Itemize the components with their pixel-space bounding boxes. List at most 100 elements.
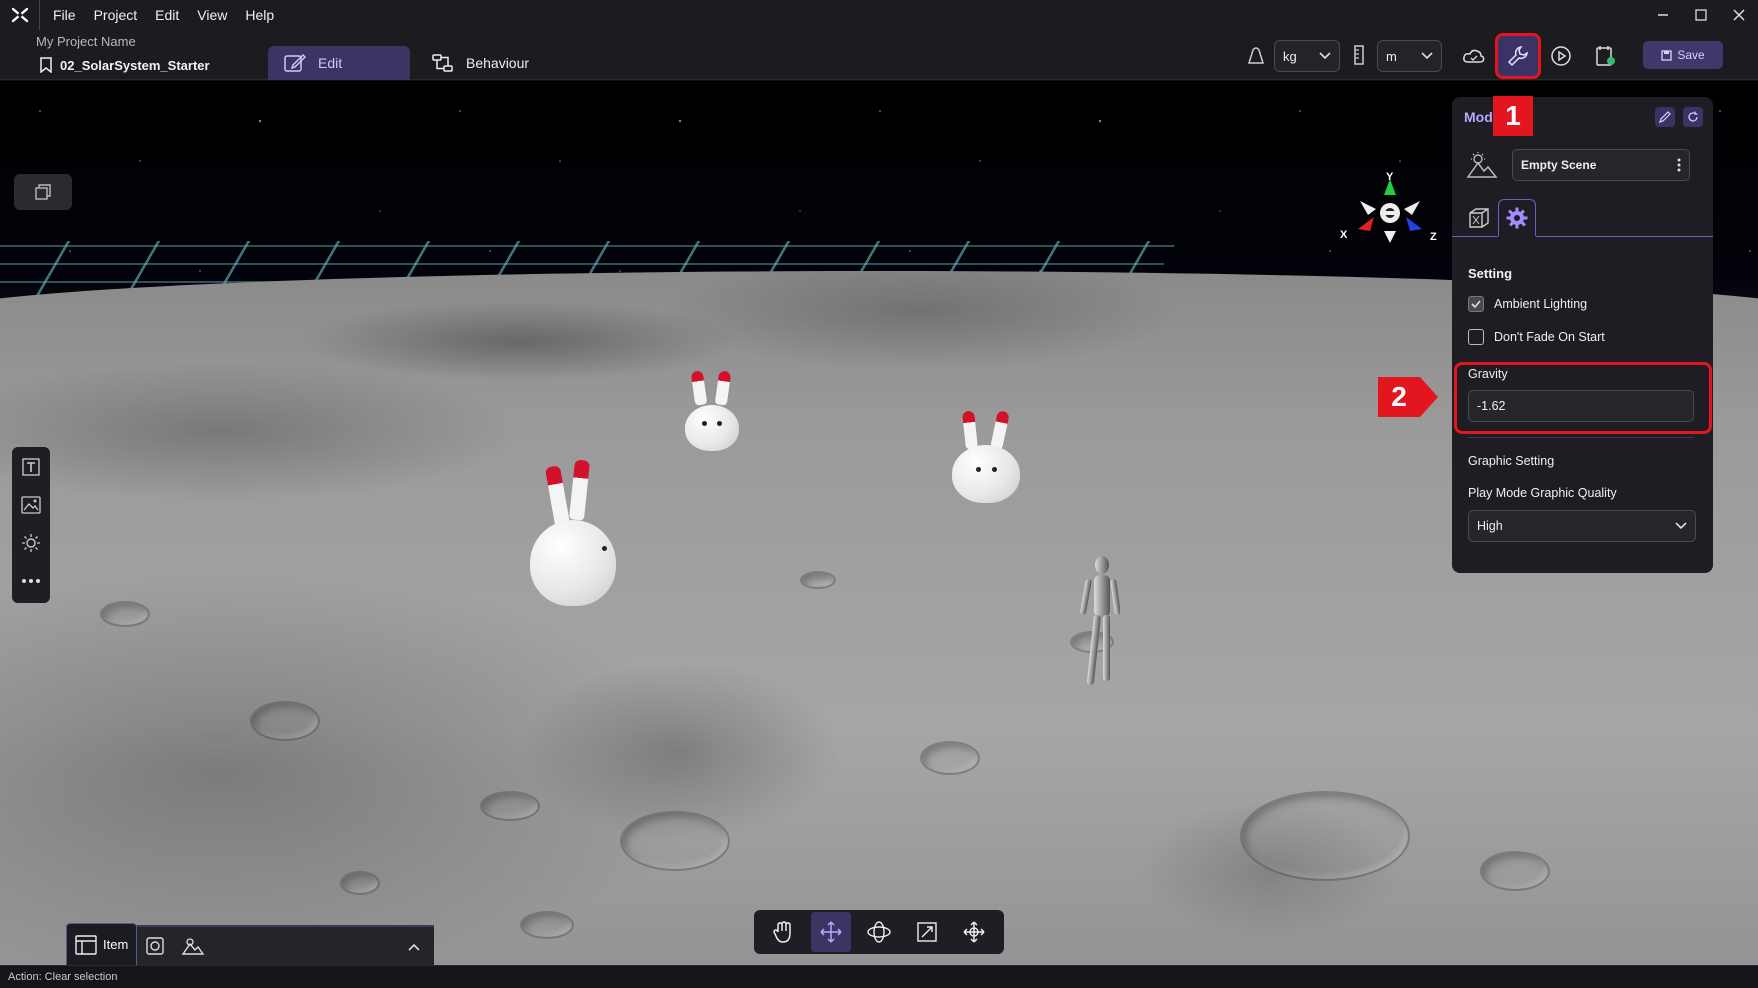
wrench-icon (1507, 46, 1528, 67)
minimize-icon[interactable] (1644, 0, 1682, 30)
behaviour-icon (432, 54, 453, 72)
hand-pan-tool[interactable] (764, 912, 804, 952)
edit-icon (284, 53, 306, 72)
menu-help[interactable]: Help (236, 0, 283, 30)
menu-project[interactable]: Project (85, 0, 147, 30)
chevron-down-icon (1319, 52, 1331, 60)
item-list-icon (75, 934, 97, 955)
gravity-highlight-box (1454, 362, 1712, 434)
ambient-lighting-checkbox[interactable] (1468, 296, 1484, 312)
graphic-quality-select[interactable]: High (1468, 510, 1696, 542)
graphic-quality-value: High (1477, 519, 1503, 533)
annotation-badge-1: 1 (1493, 96, 1533, 136)
tab-behaviour[interactable]: Behaviour (416, 46, 545, 80)
light-tool-icon[interactable] (19, 531, 43, 555)
kebab-menu-icon (1677, 158, 1681, 172)
tab-edit-label: Edit (318, 55, 343, 71)
panel-title: Mod (1464, 109, 1493, 125)
length-unit-select[interactable]: m (1377, 40, 1442, 72)
gear-icon (1506, 207, 1528, 228)
project-name: My Project Name (36, 34, 136, 49)
rotate-tool[interactable] (859, 912, 899, 952)
status-bar: Action: Clear selection (0, 965, 1758, 988)
scene-row: Empty Scene (1466, 149, 1700, 181)
asset-box-icon (146, 937, 164, 955)
dont-fade-row[interactable]: Don't Fade On Start (1468, 329, 1605, 345)
publish-icon (1596, 46, 1615, 66)
rotate-icon (867, 921, 891, 943)
scene-select-value: Empty Scene (1521, 158, 1597, 172)
text-tool-icon[interactable] (19, 455, 43, 479)
graphic-setting-title: Graphic Setting (1468, 454, 1555, 468)
top-toolbar: My Project Name 02_SolarSystem_Starter E… (0, 30, 1758, 80)
scene-select[interactable]: Empty Scene (1512, 149, 1690, 181)
bunny-object[interactable] (685, 370, 739, 451)
left-tool-strip (12, 447, 50, 603)
tab-assets[interactable] (137, 926, 173, 966)
tab-settings[interactable] (1498, 199, 1536, 237)
ambient-lighting-label: Ambient Lighting (1494, 297, 1588, 311)
bottom-panel-tabs: Item (66, 923, 434, 966)
close-icon[interactable] (1720, 0, 1758, 30)
gizmo-y-label: Y (1386, 171, 1394, 183)
mass-unit-value: kg (1283, 48, 1297, 64)
maximize-icon[interactable] (1682, 0, 1720, 30)
tab-scene-objects[interactable] (1460, 199, 1498, 237)
tab-edit[interactable]: Edit (268, 46, 410, 80)
robot-figure[interactable] (1080, 553, 1120, 703)
ambient-lighting-row[interactable]: Ambient Lighting (1468, 296, 1587, 312)
tab-item-label: Item (103, 937, 129, 952)
scale-icon (916, 922, 937, 942)
move-arrows-icon (820, 921, 842, 943)
gizmo-graphic (1358, 179, 1422, 243)
tab-item[interactable]: Item (66, 923, 138, 965)
menu-edit[interactable]: Edit (146, 0, 188, 30)
cube-icon (1469, 208, 1489, 228)
app-logo-icon (0, 0, 40, 30)
dont-fade-label: Don't Fade On Start (1494, 330, 1605, 344)
panel-tabs (1452, 197, 1713, 237)
environment-icon (181, 938, 205, 955)
cloud-sync-icon[interactable] (1460, 42, 1488, 70)
more-options-icon[interactable] (19, 569, 43, 593)
scale-tool[interactable] (907, 912, 947, 952)
view-toggle-button[interactable] (14, 174, 72, 210)
panel-header: Mod (1452, 97, 1713, 137)
bunny-object[interactable] (530, 459, 616, 606)
gizmo-z-label: Z (1430, 231, 1437, 243)
play-button[interactable] (1547, 42, 1575, 70)
bunny-object[interactable] (952, 410, 1020, 503)
image-tool-icon[interactable] (19, 493, 43, 517)
save-button[interactable]: Save (1643, 41, 1723, 69)
scene-file[interactable]: 02_SolarSystem_Starter (40, 57, 210, 73)
move-tool[interactable] (811, 912, 852, 952)
pencil-icon[interactable] (1655, 107, 1675, 127)
transform-icon (963, 921, 985, 943)
dont-fade-checkbox[interactable] (1468, 329, 1484, 345)
publish-button[interactable] (1592, 42, 1620, 70)
axis-gizmo[interactable]: Y X Z (1340, 171, 1440, 263)
menu-view[interactable]: View (188, 0, 236, 30)
window-controls (1644, 0, 1758, 30)
menu-bar: File Project Edit View Help (0, 0, 1758, 30)
wrench-settings-button[interactable] (1495, 33, 1541, 79)
section-divider (1468, 437, 1694, 438)
transform-toolbar (754, 910, 1004, 954)
graphic-quality-label: Play Mode Graphic Quality (1468, 486, 1617, 500)
annotation-arrow (1420, 377, 1438, 417)
play-icon (1551, 46, 1571, 66)
chevron-down-icon (1675, 522, 1687, 530)
weight-icon (1245, 44, 1267, 66)
copy-window-icon (35, 184, 51, 200)
gizmo-x-label: X (1340, 229, 1348, 241)
chevron-down-icon (1421, 52, 1433, 60)
chevron-up-icon[interactable] (404, 937, 424, 957)
refresh-icon[interactable] (1683, 107, 1703, 127)
mass-unit-select[interactable]: kg (1274, 40, 1340, 72)
check-icon (1471, 300, 1481, 308)
scene-environment-icon (1466, 152, 1498, 178)
menu-file[interactable]: File (44, 0, 85, 30)
save-icon (1661, 49, 1672, 61)
transform-all-tool[interactable] (954, 912, 994, 952)
tab-environment[interactable] (173, 926, 213, 966)
